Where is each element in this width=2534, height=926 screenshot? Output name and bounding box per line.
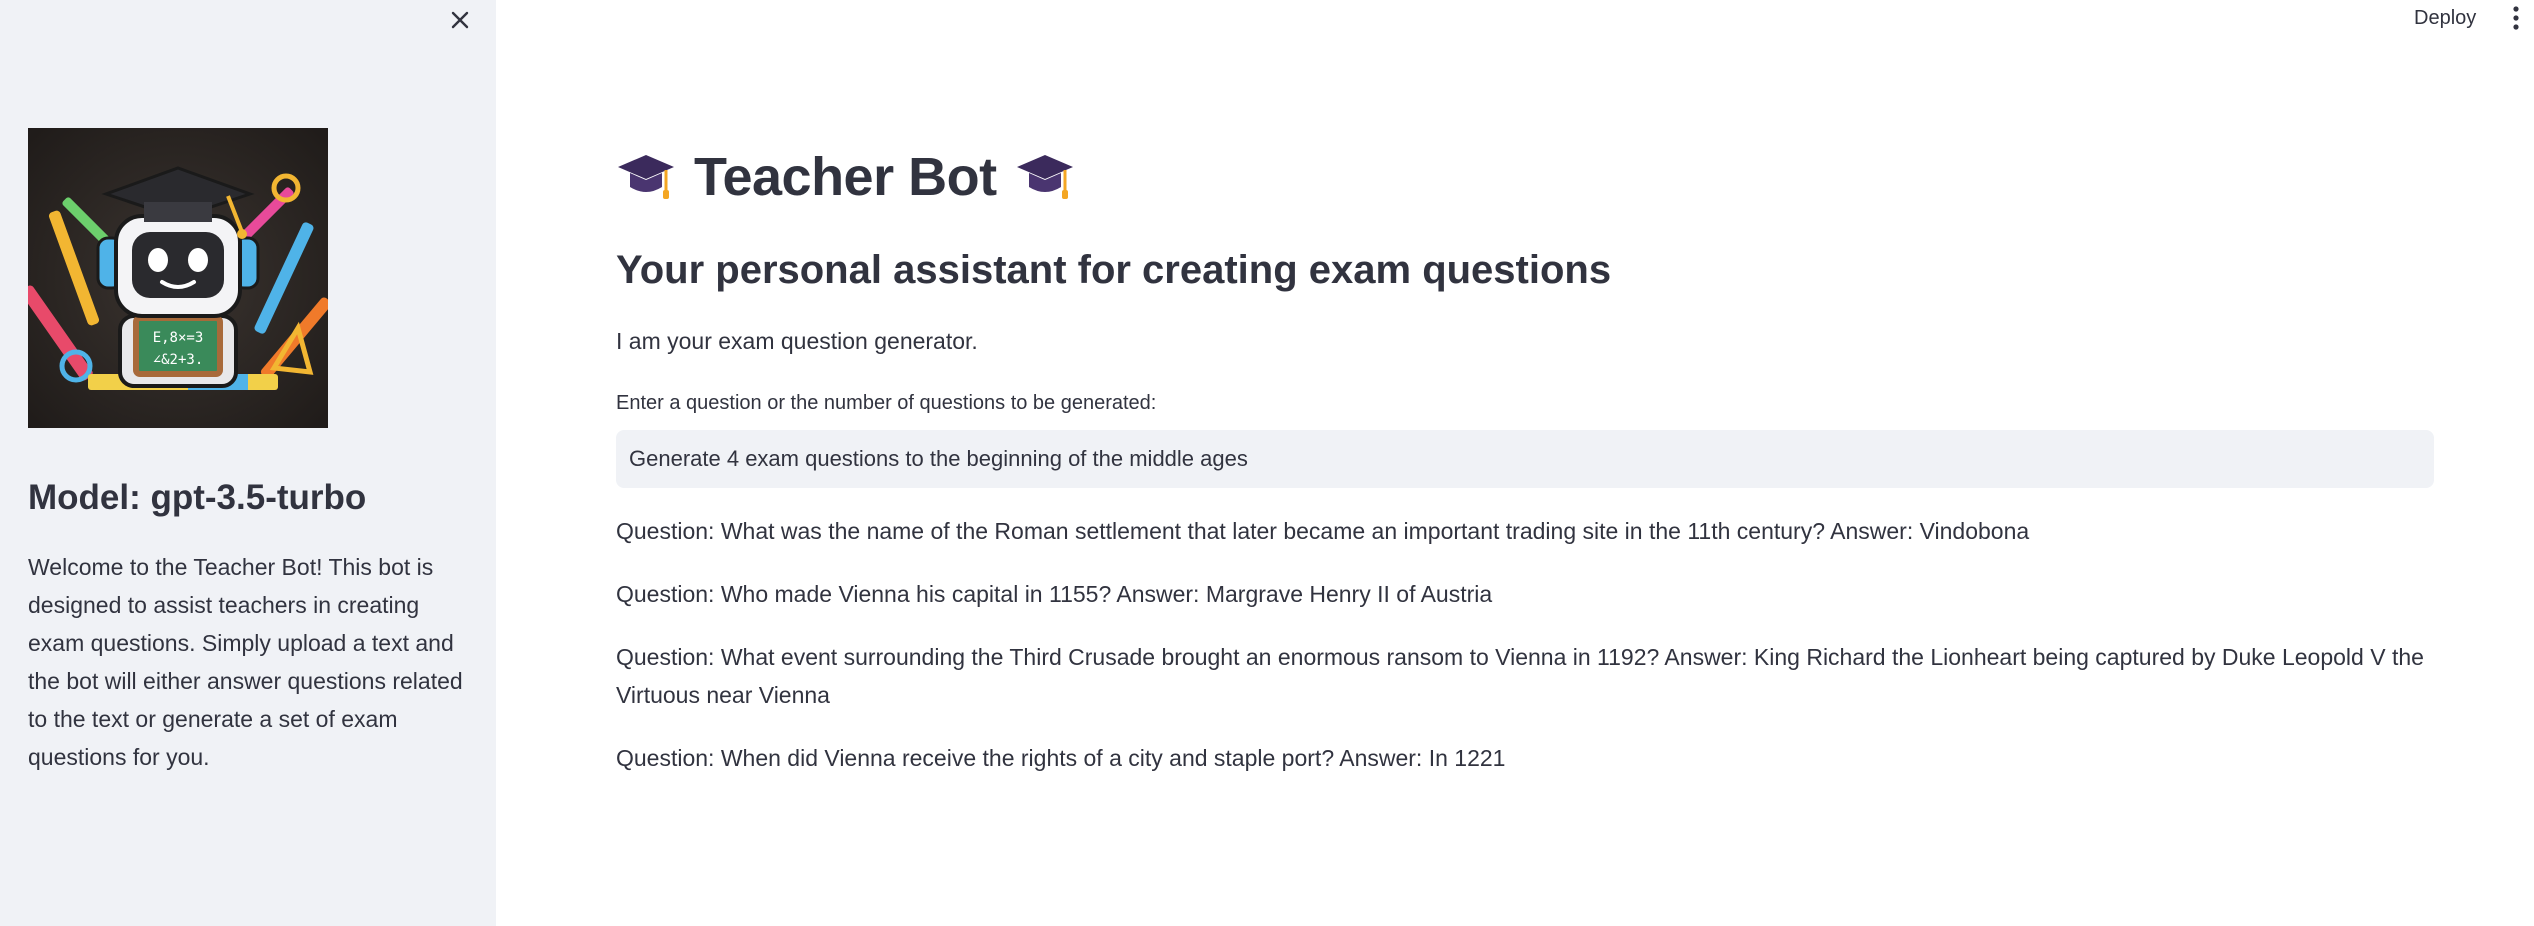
graduation-cap-icon [618, 155, 674, 199]
intro-text: I am your exam question generator. [616, 328, 978, 354]
graduation-cap-icon [1016, 155, 1073, 199]
app-root: E,8×=3 ∠&2+3. Model: gpt-3.5-turbo Welco… [0, 0, 2534, 926]
robot-teacher-avatar: E,8×=3 ∠&2+3. [28, 128, 328, 428]
model-label: Model: gpt-3.5-turbo [28, 478, 367, 517]
welcome-text: Welcome to the Teacher Bot! This bot is … [28, 554, 463, 770]
generated-question: Question: What was the name of the Roman… [616, 518, 2030, 544]
close-sidebar-button[interactable] [444, 4, 476, 36]
kebab-menu-icon [2513, 6, 2519, 30]
generated-question: Question: When did Vienna receive the ri… [616, 745, 1506, 771]
question-input-label: Enter a question or the number of questi… [616, 392, 1157, 414]
deploy-button[interactable]: Deploy [2404, 2, 2486, 34]
page-title-row: Teacher Bot [616, 146, 1075, 208]
generated-questions-list: Question: What was the name of the Roman… [616, 512, 2434, 802]
sidebar: E,8×=3 ∠&2+3. Model: gpt-3.5-turbo Welco… [0, 0, 496, 926]
generated-question: Question: What event surrounding the Thi… [616, 644, 2424, 708]
page-title: Teacher Bot [694, 147, 997, 207]
page-subtitle: Your personal assistant for creating exa… [616, 248, 1612, 292]
svg-text:E,8×=3: E,8×=3 [153, 330, 204, 346]
question-input[interactable] [616, 430, 2434, 488]
generated-question: Question: Who made Vienna his capital in… [616, 581, 1493, 607]
close-icon [451, 11, 469, 29]
main-menu-button[interactable] [2500, 0, 2532, 36]
svg-text:∠&2+3.: ∠&2+3. [153, 352, 204, 368]
